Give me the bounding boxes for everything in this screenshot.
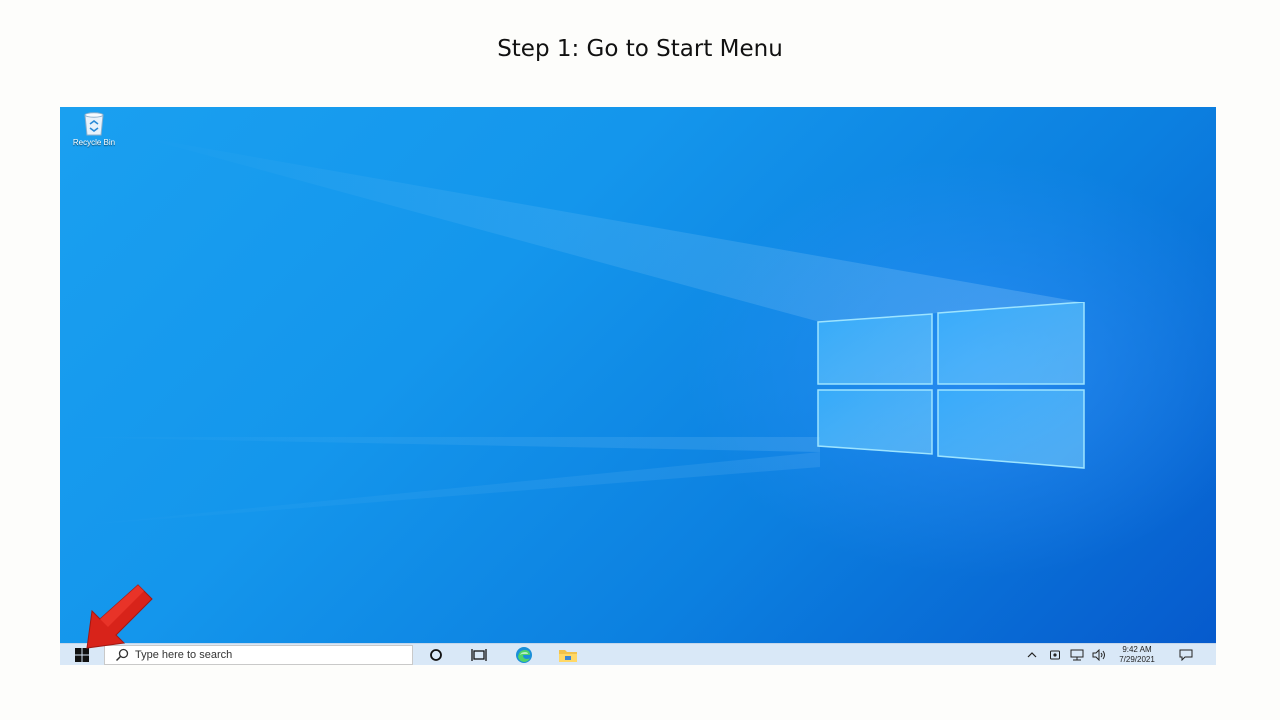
task-view-button[interactable] bbox=[468, 644, 490, 665]
search-icon bbox=[115, 648, 129, 662]
chevron-up-icon bbox=[1027, 652, 1037, 658]
notification-icon bbox=[1179, 649, 1193, 661]
action-center-button[interactable] bbox=[1176, 644, 1196, 665]
edge-button[interactable] bbox=[512, 644, 536, 665]
file-explorer-button[interactable] bbox=[556, 644, 580, 665]
recycle-bin-label: Recycle Bin bbox=[72, 138, 116, 147]
task-view-icon bbox=[471, 649, 487, 661]
file-explorer-icon bbox=[559, 650, 577, 662]
recycle-bin-shortcut[interactable]: Recycle Bin bbox=[64, 111, 124, 147]
edge-icon bbox=[516, 647, 532, 663]
recycle-bin-icon bbox=[84, 112, 104, 136]
volume-button[interactable] bbox=[1090, 644, 1108, 665]
slide-title: Step 1: Go to Start Menu bbox=[497, 36, 783, 62]
clock-time: 9:42 AM bbox=[1122, 645, 1152, 654]
show-hidden-icons-button[interactable] bbox=[1024, 644, 1040, 665]
volume-icon bbox=[1092, 649, 1105, 661]
meet-now-button[interactable] bbox=[1047, 644, 1063, 665]
meet-now-icon bbox=[1050, 650, 1060, 660]
network-button[interactable] bbox=[1068, 644, 1086, 665]
search-input[interactable] bbox=[135, 649, 385, 661]
taskbar-clock[interactable]: 9:42 AM 7/29/2021 bbox=[1112, 645, 1162, 665]
desktop[interactable]: Recycle Bin Type here to search 9:42 AM … bbox=[60, 107, 1216, 665]
cortana-button[interactable] bbox=[425, 644, 447, 665]
network-icon bbox=[1070, 649, 1084, 661]
red-pointer-arrow-annotation bbox=[86, 584, 153, 649]
windows-logo-wallpaper bbox=[817, 302, 1085, 469]
taskbar: 9:42 AM 7/29/2021 bbox=[60, 643, 1216, 665]
clock-date: 7/29/2021 bbox=[1119, 655, 1155, 664]
windows-start-icon bbox=[75, 648, 89, 662]
cortana-icon bbox=[430, 649, 442, 661]
